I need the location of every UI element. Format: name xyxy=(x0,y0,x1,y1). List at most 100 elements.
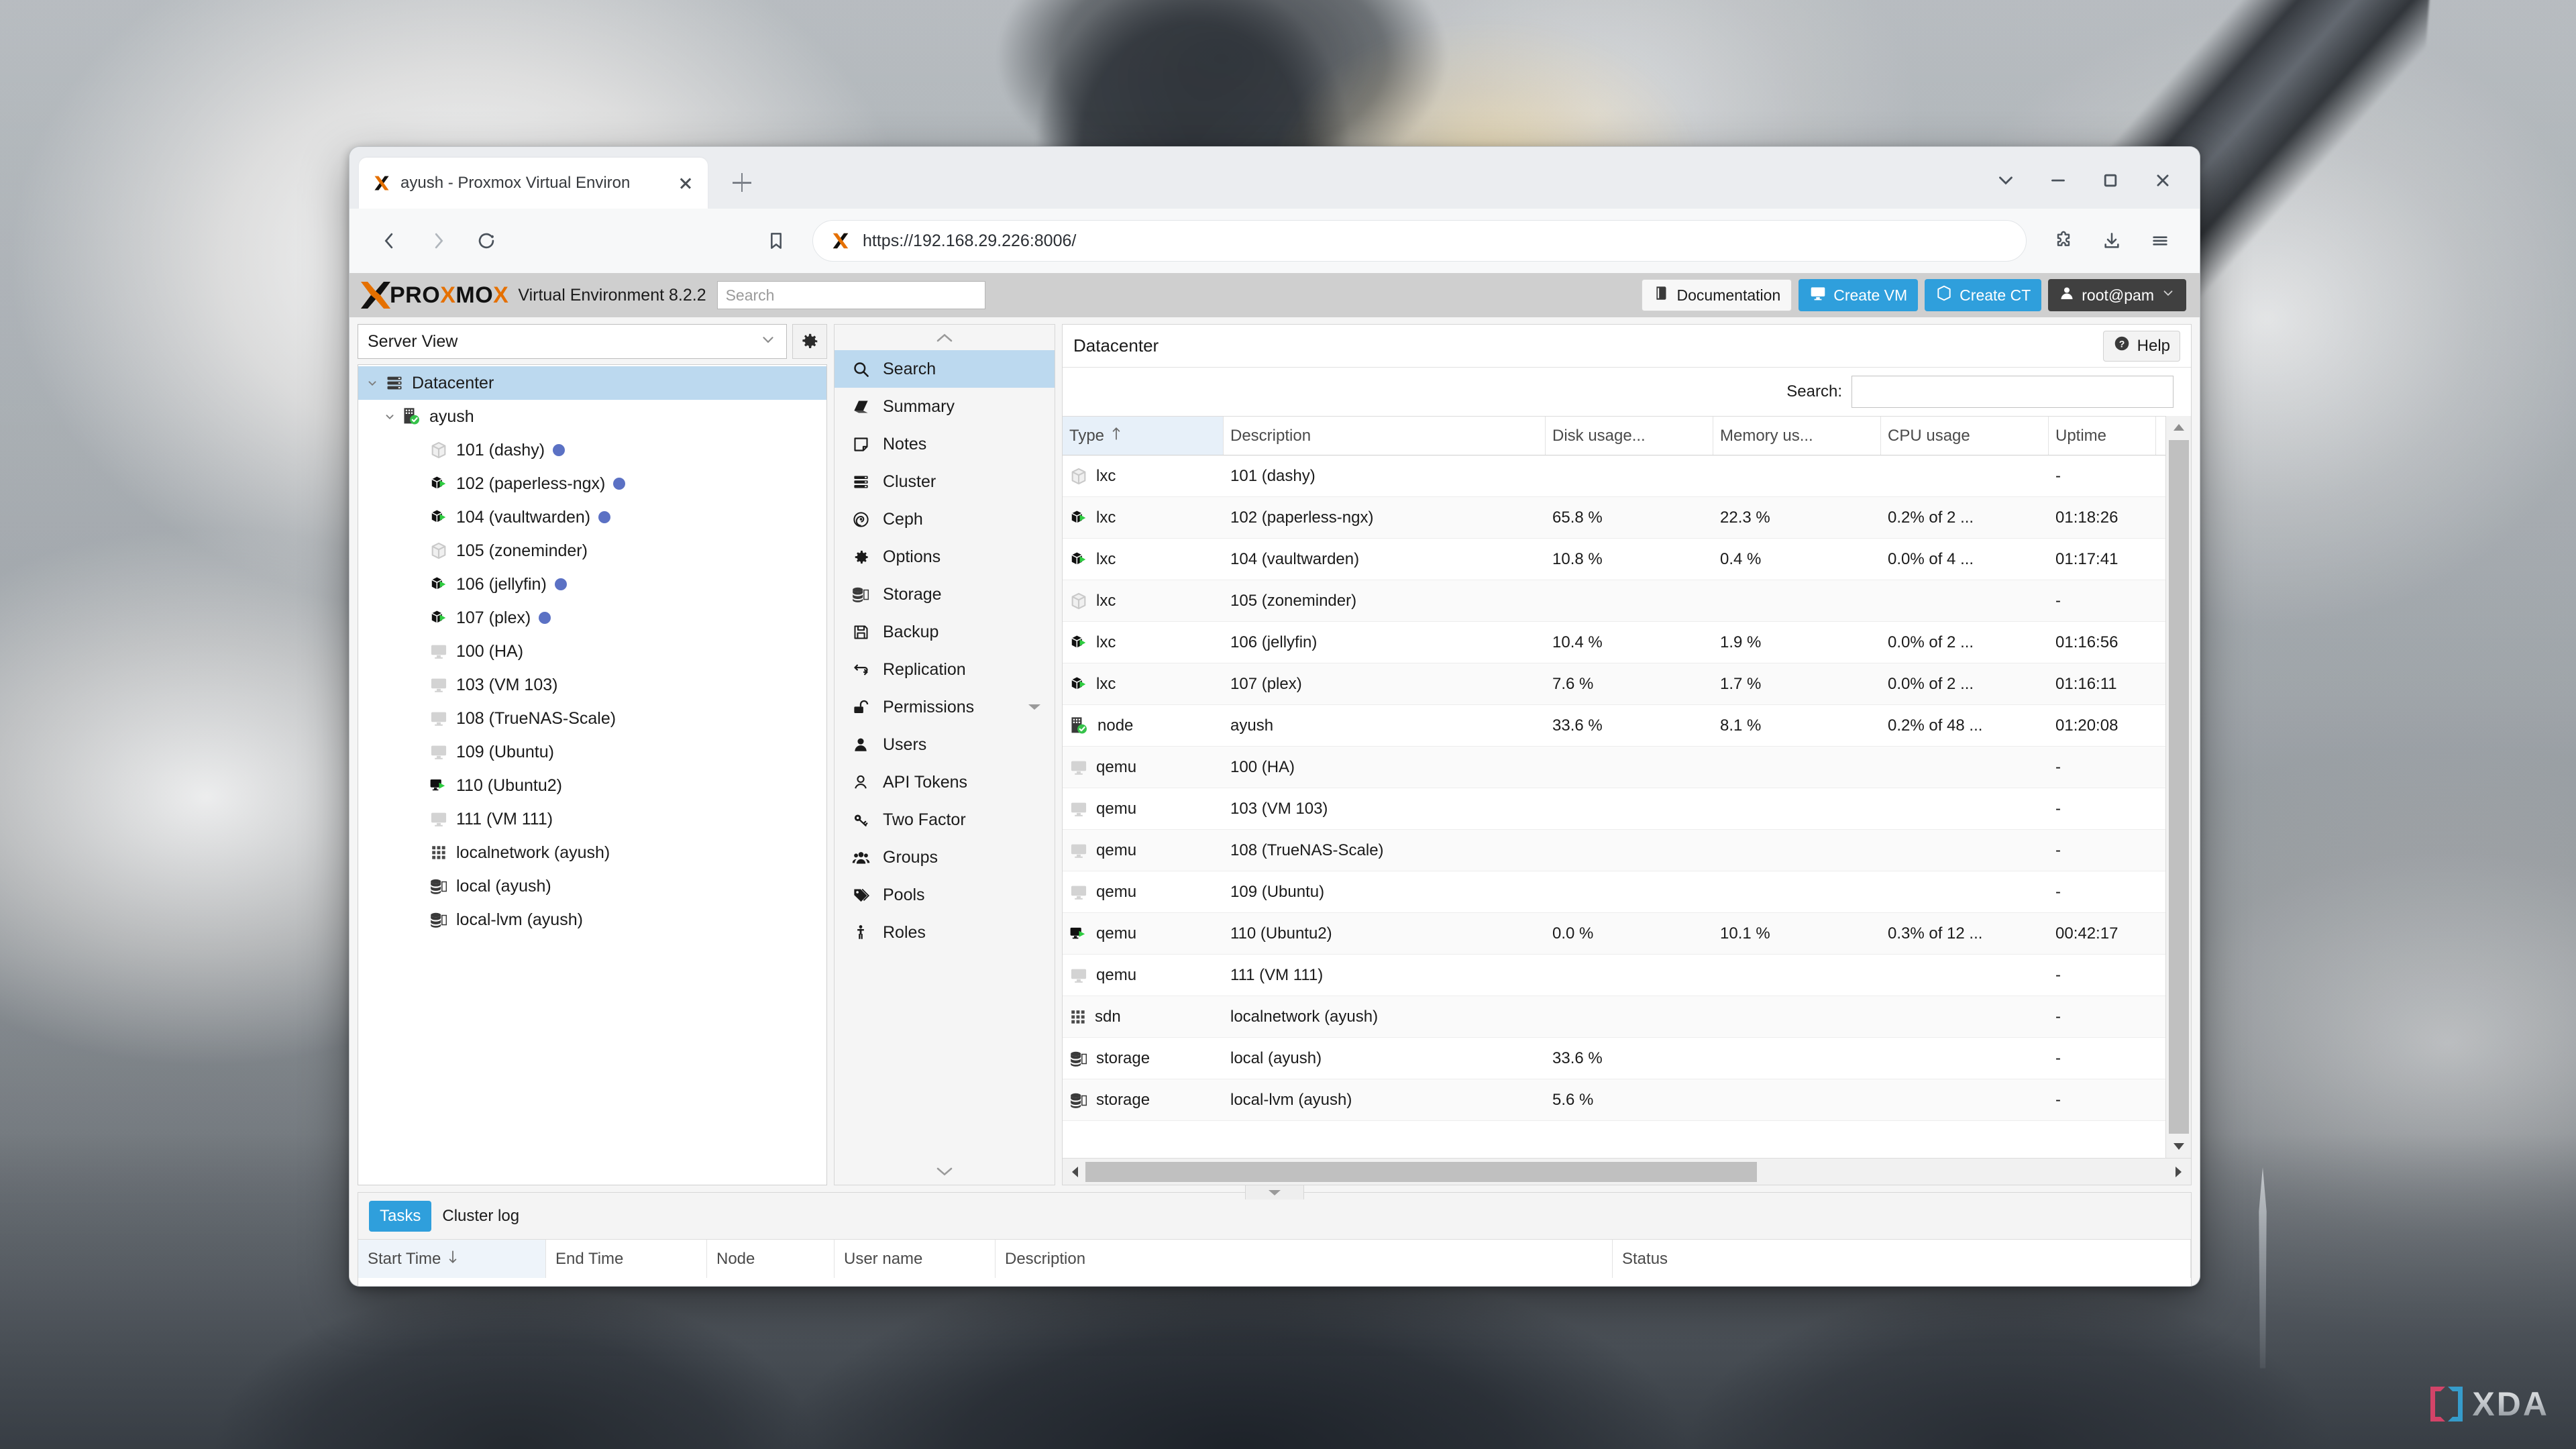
url-bar[interactable]: https://192.168.29.226:8006/ xyxy=(812,220,2027,262)
resource-tree[interactable]: Datacenter ayush 101 (dashy) 102 (paperless… xyxy=(358,364,827,1185)
pve-global-search-input[interactable] xyxy=(716,281,985,309)
menu-item-api-tokens[interactable]: API Tokens xyxy=(835,763,1055,801)
table-row[interactable]: sdn localnetwork (ayush) - xyxy=(1063,996,2191,1038)
table-row[interactable]: storage local (ayush) 33.6 % - xyxy=(1063,1038,2191,1079)
menu-item-two-factor[interactable]: Two Factor xyxy=(835,801,1055,839)
chevron-down-icon[interactable] xyxy=(364,376,381,390)
close-icon[interactable] xyxy=(674,172,697,195)
table-row[interactable]: lxc 102 (paperless-ngx) 65.8 % 22.3 % 0.2% o… xyxy=(1063,497,2191,539)
table-row[interactable]: storage local-lvm (ayush) 5.6 % - xyxy=(1063,1079,2191,1121)
scrollbar-thumb[interactable] xyxy=(2168,440,2189,1134)
maximize-icon[interactable] xyxy=(2084,162,2137,199)
table-row[interactable]: qemu 108 (TrueNAS-Scale) - xyxy=(1063,830,2191,871)
create-vm-button[interactable]: Create VM xyxy=(1799,279,1919,311)
tasks-column-header[interactable]: End Time xyxy=(546,1240,707,1278)
user-menu-button[interactable]: root@pam xyxy=(2048,279,2186,311)
tree-item[interactable]: ayush xyxy=(358,400,826,433)
menu-item-pools[interactable]: Pools xyxy=(835,876,1055,914)
scroll-up-icon[interactable] xyxy=(2166,416,2191,439)
column-header[interactable]: Description xyxy=(1224,417,1546,455)
download-icon[interactable] xyxy=(2091,220,2133,262)
table-row[interactable]: qemu 109 (Ubuntu) - xyxy=(1063,871,2191,913)
tasks-collapse-toggle[interactable] xyxy=(1245,1185,1304,1199)
tree-item[interactable]: 104 (vaultwarden) xyxy=(358,500,826,534)
tree-item[interactable]: 105 (zoneminder) xyxy=(358,534,826,568)
tree-item[interactable]: 101 (dashy) xyxy=(358,433,826,467)
hamburger-menu-icon[interactable] xyxy=(2139,220,2181,262)
new-tab-button[interactable] xyxy=(722,163,761,202)
tree-item[interactable]: Datacenter xyxy=(358,366,826,400)
menu-item-storage[interactable]: Storage xyxy=(835,576,1055,613)
menu-scroll-up-icon[interactable] xyxy=(835,325,1055,350)
help-button[interactable]: ? Help xyxy=(2102,330,2180,362)
scroll-down-icon[interactable] xyxy=(2166,1135,2191,1158)
chevron-down-icon[interactable] xyxy=(1026,698,1055,717)
table-row[interactable]: lxc 107 (plex) 7.6 % 1.7 % 0.0% of 2 ... 01:1… xyxy=(1063,663,2191,705)
view-selector[interactable]: Server View xyxy=(358,324,787,359)
menu-item-search[interactable]: Search xyxy=(835,350,1055,388)
hscroll-track[interactable] xyxy=(1085,1161,2168,1182)
chevron-down-icon[interactable] xyxy=(381,409,398,424)
tree-item[interactable]: 109 (Ubuntu) xyxy=(358,735,826,769)
table-search-input[interactable] xyxy=(1851,376,2174,408)
tree-item[interactable]: 107 (plex) xyxy=(358,601,826,635)
menu-item-cluster[interactable]: Cluster xyxy=(835,463,1055,500)
table-row[interactable]: lxc 101 (dashy) - xyxy=(1063,455,2191,497)
tree-item[interactable]: 103 (VM 103) xyxy=(358,668,826,702)
reload-icon[interactable] xyxy=(465,219,508,262)
tree-item[interactable]: local-lvm (ayush) xyxy=(358,903,826,936)
tree-item[interactable]: 106 (jellyfin) xyxy=(358,568,826,601)
forward-arrow-icon[interactable] xyxy=(417,219,460,262)
tasks-column-header[interactable]: Status xyxy=(1613,1240,2191,1278)
table-horizontal-scrollbar[interactable] xyxy=(1063,1158,2191,1185)
table-row[interactable]: lxc 105 (zoneminder) - xyxy=(1063,580,2191,622)
tasks-column-header[interactable]: Description xyxy=(996,1240,1613,1278)
tree-item[interactable]: localnetwork (ayush) xyxy=(358,836,826,869)
table-row[interactable]: lxc 104 (vaultwarden) 10.8 % 0.4 % 0.0% of 4… xyxy=(1063,539,2191,580)
tasks-column-header[interactable]: Node xyxy=(707,1240,835,1278)
tree-item[interactable]: local (ayush) xyxy=(358,869,826,903)
menu-item-ceph[interactable]: Ceph xyxy=(835,500,1055,538)
scroll-left-icon[interactable] xyxy=(1065,1165,1085,1179)
table-row[interactable]: lxc 106 (jellyfin) 10.4 % 1.9 % 0.0% of 2 ..… xyxy=(1063,622,2191,663)
tasks-column-header[interactable]: User name xyxy=(835,1240,996,1278)
puzzle-piece-icon[interactable] xyxy=(2043,220,2084,262)
scroll-right-icon[interactable] xyxy=(2168,1165,2188,1179)
proxmox-logo[interactable]: PROXMOX xyxy=(359,280,508,310)
tree-item[interactable]: 111 (VM 111) xyxy=(358,802,826,836)
create-ct-button[interactable]: Create CT xyxy=(1925,279,2042,311)
tasks-column-header[interactable]: Start Time xyxy=(358,1240,546,1278)
menu-item-notes[interactable]: Notes xyxy=(835,425,1055,463)
back-arrow-icon[interactable] xyxy=(368,219,411,262)
tasks-tab-cluster-log[interactable]: Cluster log xyxy=(431,1201,530,1232)
hscroll-thumb[interactable] xyxy=(1085,1161,1757,1182)
chevron-down-icon[interactable] xyxy=(1980,162,2032,199)
column-header[interactable]: Disk usage... xyxy=(1546,417,1713,455)
column-header[interactable]: Type xyxy=(1063,417,1224,455)
bookmark-icon[interactable] xyxy=(755,219,798,262)
close-window-icon[interactable] xyxy=(2137,162,2189,199)
menu-item-replication[interactable]: Replication xyxy=(835,651,1055,688)
gear-icon[interactable] xyxy=(792,324,827,359)
column-header[interactable]: Memory us... xyxy=(1713,417,1881,455)
table-row[interactable]: qemu 110 (Ubuntu2) 0.0 % 10.1 % 0.3% of 12 .… xyxy=(1063,913,2191,955)
menu-item-groups[interactable]: Groups xyxy=(835,839,1055,876)
column-header[interactable]: Uptime xyxy=(2049,417,2156,455)
table-row[interactable]: qemu 111 (VM 111) - xyxy=(1063,955,2191,996)
tree-item[interactable]: 102 (paperless-ngx) xyxy=(358,467,826,500)
table-vertical-scrollbar[interactable] xyxy=(2165,416,2191,1158)
menu-scroll-down-icon[interactable] xyxy=(835,1159,1055,1185)
documentation-button[interactable]: Documentation xyxy=(1641,279,1792,311)
tasks-tab-tasks[interactable]: Tasks xyxy=(369,1200,432,1232)
menu-item-users[interactable]: Users xyxy=(835,726,1055,763)
browser-tab[interactable]: ayush - Proxmox Virtual Environ xyxy=(359,158,708,209)
table-row[interactable]: node ayush 33.6 % 8.1 % 0.2% of 48 ... 01:20:… xyxy=(1063,705,2191,747)
tree-item[interactable]: 100 (HA) xyxy=(358,635,826,668)
menu-item-summary[interactable]: Summary xyxy=(835,388,1055,425)
menu-item-roles[interactable]: Roles xyxy=(835,914,1055,951)
minimize-icon[interactable] xyxy=(2032,162,2084,199)
tree-item[interactable]: 108 (TrueNAS-Scale) xyxy=(358,702,826,735)
menu-item-backup[interactable]: Backup xyxy=(835,613,1055,651)
menu-item-permissions[interactable]: Permissions xyxy=(835,688,1055,726)
table-row[interactable]: qemu 103 (VM 103) - xyxy=(1063,788,2191,830)
